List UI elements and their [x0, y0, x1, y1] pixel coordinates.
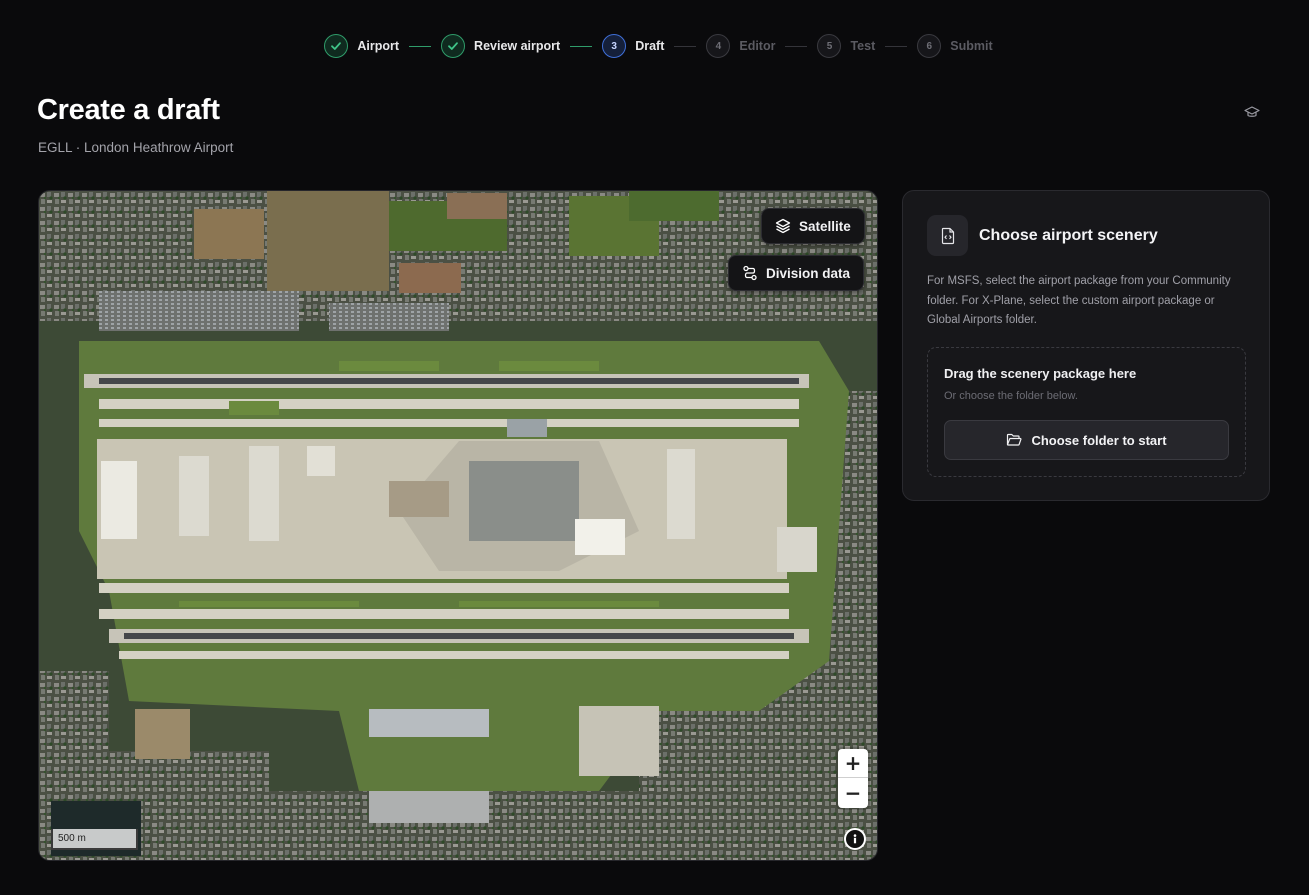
- step-label: Review airport: [474, 39, 561, 53]
- step-label: Editor: [739, 39, 776, 53]
- step-label: Airport: [357, 39, 400, 53]
- step-submit: 6 Submit: [917, 34, 993, 58]
- step-number: 3: [602, 34, 627, 58]
- satellite-label: Satellite: [799, 218, 851, 234]
- step-draft[interactable]: 3 Draft: [602, 34, 664, 58]
- choose-folder-button[interactable]: Choose folder to start: [944, 420, 1229, 460]
- step-number: 4: [706, 34, 731, 58]
- graduation-cap-icon[interactable]: [1242, 104, 1262, 120]
- step-connector: [409, 45, 432, 47]
- dropzone-title: Drag the scenery package here: [944, 366, 1137, 381]
- map-scale-bar: 500 m: [51, 829, 138, 850]
- step-airport[interactable]: Airport: [324, 34, 399, 58]
- step-connector: [885, 45, 908, 47]
- panel-description: For MSFS, select the airport package fro…: [927, 275, 1231, 326]
- step-number: 6: [917, 34, 942, 58]
- folder-open-icon: [1006, 433, 1022, 447]
- satellite-imagery: [39, 191, 877, 860]
- step-connector: [785, 45, 808, 47]
- step-number: 5: [817, 34, 842, 58]
- dropzone-subtitle: Or choose the folder below.: [944, 390, 1078, 402]
- step-test: 5 Test: [817, 34, 875, 58]
- page-title: Create a draft: [37, 94, 220, 126]
- route-icon: [742, 265, 758, 281]
- choose-folder-label: Choose folder to start: [1031, 432, 1167, 448]
- airport-subtitle: EGLL · London Heathrow Airport: [38, 140, 234, 155]
- step-label: Test: [850, 39, 876, 53]
- progress-stepper: Airport Review airport 3 Draft 4 Editor …: [0, 34, 1309, 58]
- info-icon[interactable]: [844, 828, 866, 850]
- step-label: Submit: [950, 39, 993, 53]
- step-connector: [674, 45, 697, 47]
- division-data-label: Division data: [766, 265, 851, 281]
- scenery-panel: Choose airport scenery For MSFS, select …: [902, 190, 1270, 501]
- division-data-button[interactable]: Division data: [728, 255, 865, 291]
- check-icon: [324, 34, 349, 58]
- file-code-icon: [927, 215, 968, 256]
- step-label: Draft: [635, 39, 665, 53]
- satellite-layer-button[interactable]: Satellite: [761, 208, 865, 244]
- zoom-in-button[interactable]: +: [838, 749, 868, 778]
- step-review-airport[interactable]: Review airport: [441, 34, 560, 58]
- layers-icon: [775, 218, 791, 234]
- check-icon: [441, 34, 466, 58]
- step-connector: [570, 45, 593, 47]
- zoom-out-button[interactable]: −: [838, 778, 868, 807]
- satellite-map[interactable]: Satellite Division data + − 500 m: [38, 190, 878, 861]
- scenery-dropzone[interactable]: Drag the scenery package here Or choose …: [927, 347, 1246, 477]
- step-editor: 4 Editor: [706, 34, 775, 58]
- panel-title: Choose airport scenery: [979, 227, 1158, 244]
- zoom-controls: + −: [838, 749, 868, 808]
